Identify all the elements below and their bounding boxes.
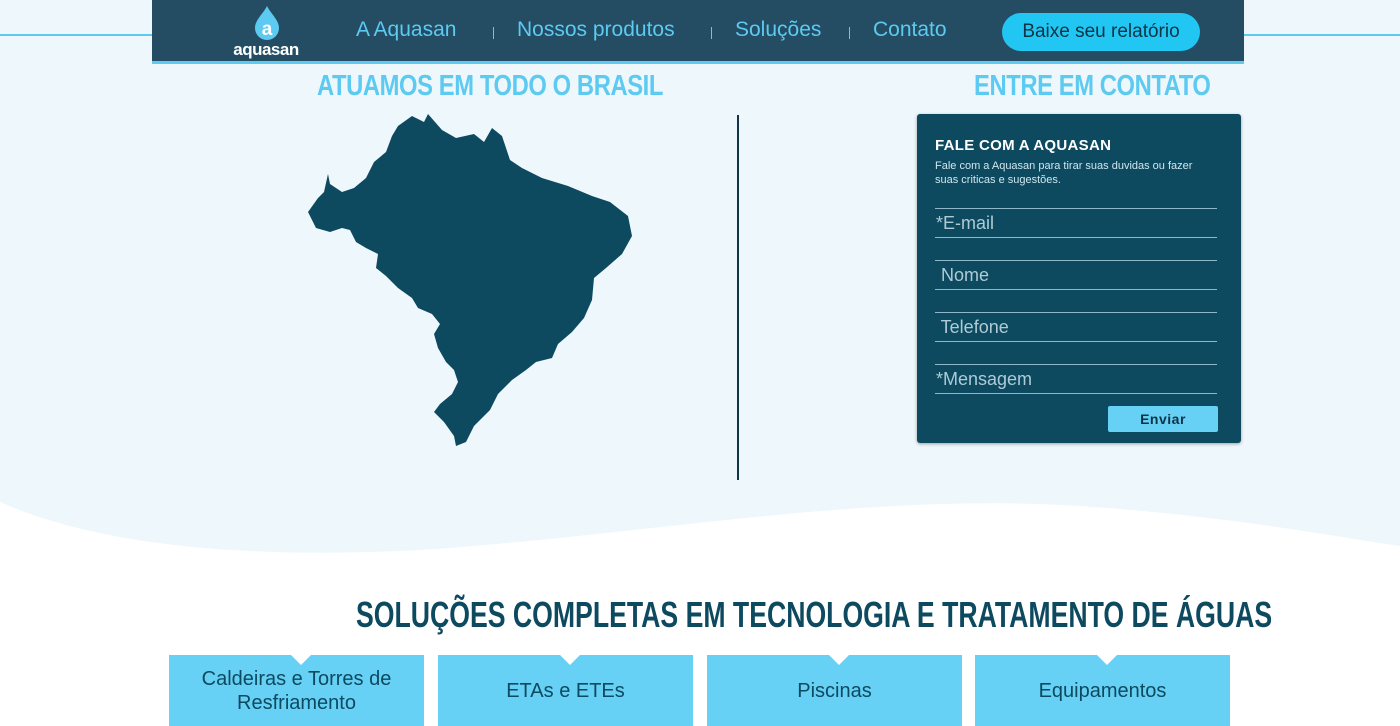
nav-separator [711, 27, 712, 39]
solutions-heading: SOLUÇÕES COMPLETAS EM TECNOLOGIA E TRATA… [356, 594, 1273, 635]
name-field-wrapper [935, 260, 1217, 290]
solution-card-label: ETAs e ETEs [506, 679, 625, 702]
water-drop-logo-icon: a [255, 6, 279, 40]
coverage-heading: ATUAMOS EM TODO O BRASIL [317, 70, 663, 102]
nav-link-nossos-produtos[interactable]: Nossos produtos [517, 18, 675, 42]
section-divider [737, 115, 739, 480]
nav-link-a-aquasan[interactable]: A Aquasan [356, 18, 456, 42]
form-description: Fale com a Aquasan para tirar suas duvid… [935, 160, 1193, 186]
contact-heading: ENTRE EM CONTATO [974, 70, 1211, 102]
contact-form: FALE COM A AQUASAN Fale com a Aquasan pa… [917, 114, 1241, 443]
svg-text:a: a [262, 19, 273, 40]
name-field[interactable] [935, 261, 1217, 289]
message-field-wrapper [935, 364, 1217, 394]
aquasan-logo[interactable]: a aquasan [230, 6, 302, 59]
nav-link-solucoes[interactable]: Soluções [735, 18, 821, 42]
phone-field[interactable] [935, 313, 1217, 341]
solution-card-equipamentos[interactable]: Equipamentos [975, 655, 1230, 726]
email-field-wrapper [935, 208, 1217, 238]
email-field[interactable] [935, 209, 1217, 237]
download-report-button[interactable]: Baixe seu relatório [1002, 13, 1200, 51]
send-button[interactable]: Enviar [1108, 406, 1218, 432]
brazil-map-icon [308, 114, 632, 446]
logo-wordmark: aquasan [233, 40, 299, 59]
phone-field-wrapper [935, 312, 1217, 342]
solution-card-label: Caldeiras e Torres de Resfriamento [201, 667, 392, 714]
top-navigation-bar: a aquasan A Aquasan Nossos produtos Solu… [152, 0, 1244, 64]
solution-card-label: Piscinas [797, 679, 872, 702]
nav-link-contato[interactable]: Contato [873, 18, 947, 42]
solution-card-label: Equipamentos [1038, 679, 1167, 702]
solution-card-piscinas[interactable]: Piscinas [707, 655, 962, 726]
solution-card-caldeiras[interactable]: Caldeiras e Torres de Resfriamento [169, 655, 424, 726]
nav-separator [849, 27, 850, 39]
nav-separator [493, 27, 494, 39]
solution-card-etas-etes[interactable]: ETAs e ETEs [438, 655, 693, 726]
message-field[interactable] [935, 365, 1217, 393]
form-title: FALE COM A AQUASAN [935, 137, 1112, 154]
